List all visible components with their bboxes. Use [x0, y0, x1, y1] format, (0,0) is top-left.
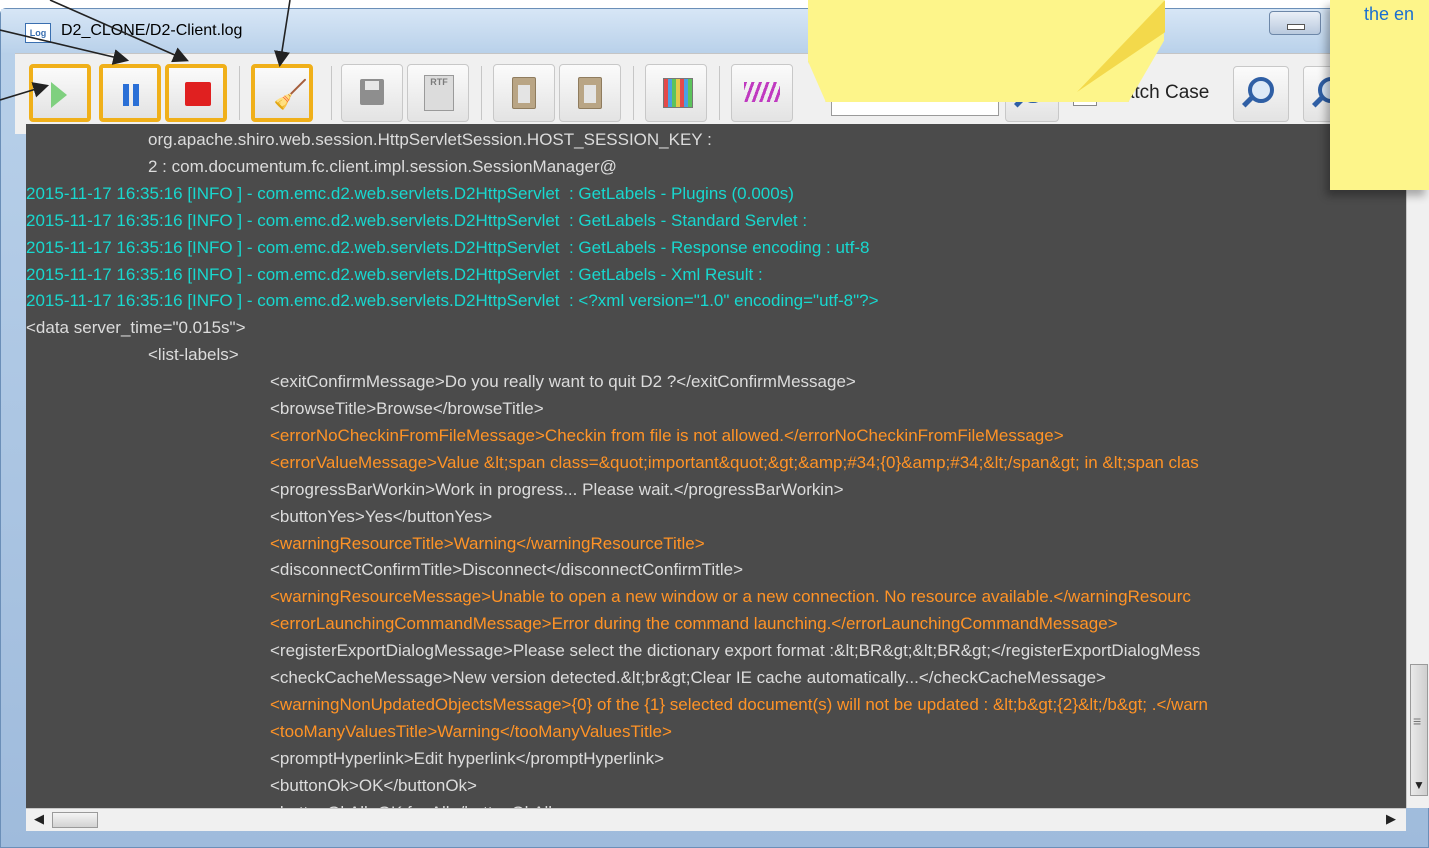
arrow-to-clear	[274, 0, 291, 68]
arrow-to-pause	[0, 29, 130, 65]
arrow-to-play	[0, 82, 50, 101]
callout-arrows	[0, 0, 291, 101]
arrow-to-stop	[49, 0, 189, 63]
